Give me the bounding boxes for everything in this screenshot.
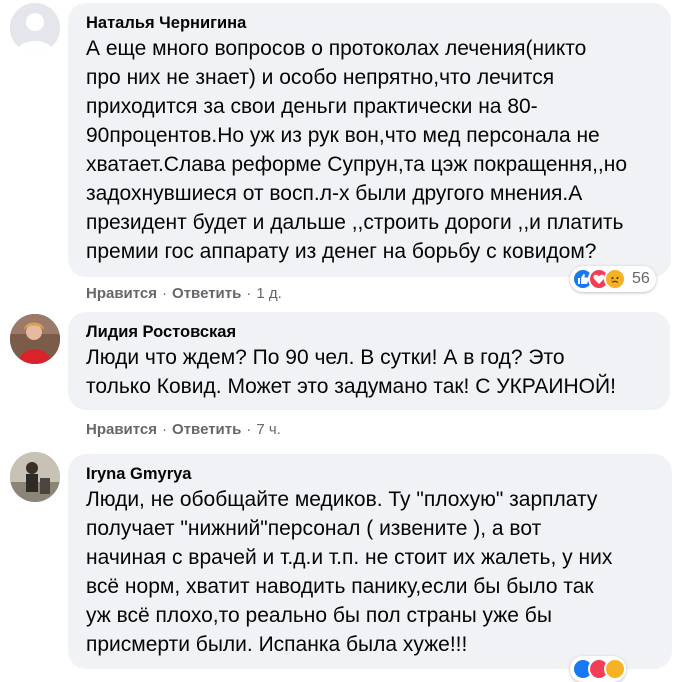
avatar-default[interactable]	[10, 3, 60, 53]
profile-photo-icon	[10, 452, 60, 502]
comment-author[interactable]: Лидия Ростовская	[86, 321, 652, 343]
comment-timestamp[interactable]: 7 ч.	[256, 421, 281, 438]
comment-bubble: Лидия Ростовская Люди что ждем? По 90 че…	[68, 312, 670, 410]
like-button[interactable]: Нравится	[86, 285, 157, 302]
comment-author[interactable]: Iryna Gmyrya	[86, 463, 654, 485]
comment-author[interactable]: Наталья Чернигина	[86, 12, 653, 34]
default-avatar-icon	[10, 3, 60, 53]
sad-icon	[604, 268, 626, 290]
reaction-count: 56	[632, 270, 650, 287]
reply-button[interactable]: Ответить	[172, 421, 241, 438]
comment-bubble: Iryna Gmyrya Люди, не обобщайте медиков.…	[68, 454, 672, 669]
avatar-photo[interactable]	[10, 314, 60, 364]
comment-text: А еще много вопросов о протоколах лечени…	[86, 37, 628, 263]
reaction-summary[interactable]	[570, 656, 626, 682]
separator: ·	[162, 421, 168, 438]
comment-actions: Нравится · Ответить · 1 д.	[86, 285, 282, 302]
avatar-photo[interactable]	[10, 452, 60, 502]
comment-text: Люди что ждем? По 90 чел. В сутки! А в г…	[86, 346, 616, 398]
like-button[interactable]: Нравится	[86, 421, 157, 438]
reaction-summary[interactable]: 56	[570, 266, 656, 292]
comment-actions: Нравится · Ответить · 7 ч.	[86, 421, 281, 438]
comment-timestamp[interactable]: 1 д.	[256, 285, 281, 302]
separator: ·	[246, 421, 252, 438]
reply-button[interactable]: Ответить	[172, 285, 241, 302]
profile-photo-icon	[10, 314, 60, 364]
comment-text: Люди, не обобщайте медиков. Ту "плохую" …	[86, 488, 613, 656]
separator: ·	[246, 285, 252, 302]
sad-icon	[604, 658, 626, 680]
separator: ·	[162, 285, 168, 302]
comment-bubble: Наталья Чернигина А еще много вопросов о…	[68, 3, 671, 277]
